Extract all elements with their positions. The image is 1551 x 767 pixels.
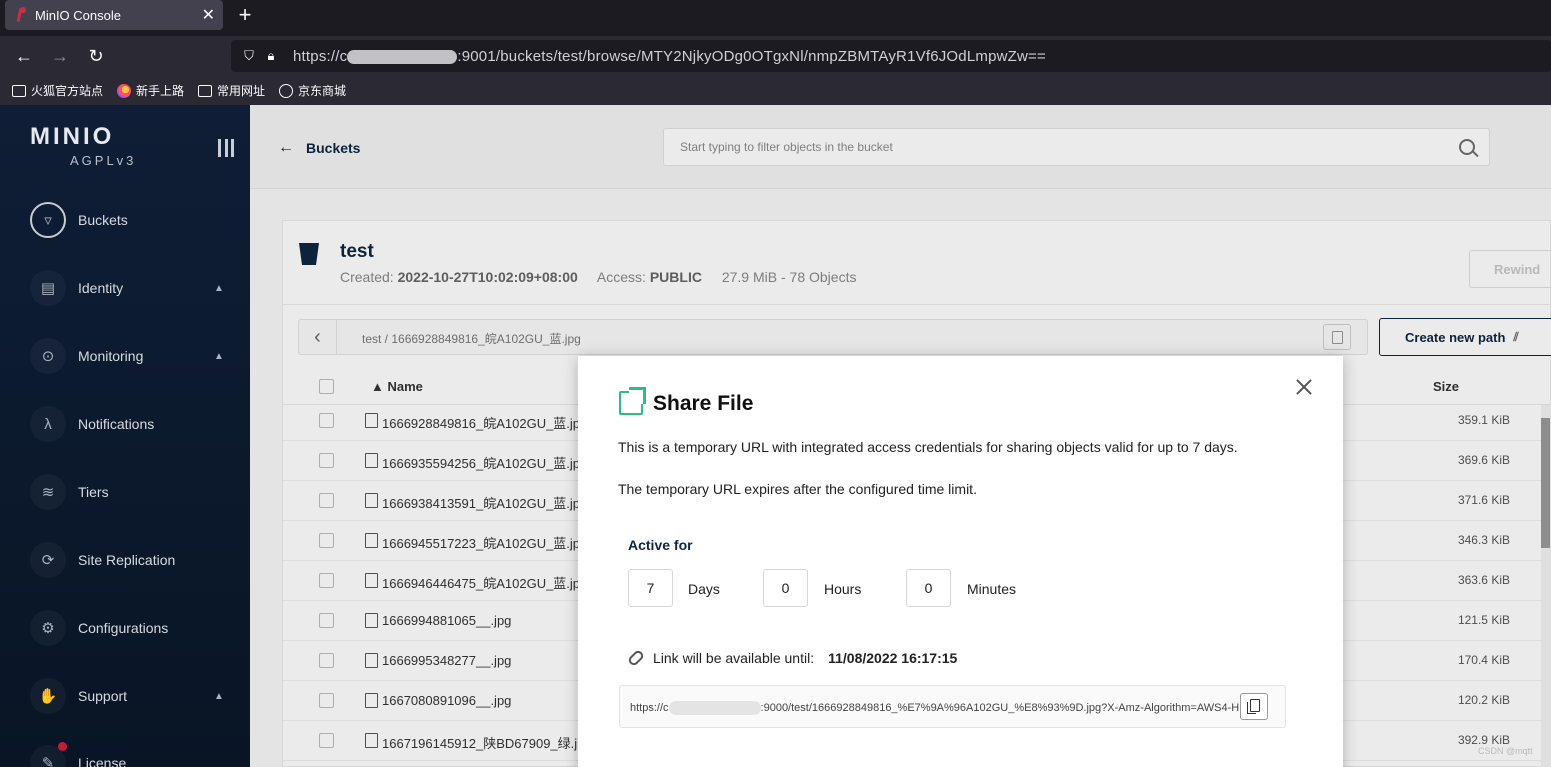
share-url-field[interactable]: https://c:9000/test/1666928849816_%E7%9A… bbox=[619, 685, 1286, 728]
sidebar-item-support[interactable]: ✋ Support ▲ bbox=[30, 678, 240, 714]
notification-dot bbox=[58, 742, 67, 751]
tab-close-icon[interactable]: ✕ bbox=[202, 5, 215, 25]
minutes-input[interactable]: 0 bbox=[906, 569, 951, 607]
bucket-icon: ▿ bbox=[30, 202, 66, 238]
browser-tab-bar: MinIO Console ✕ + bbox=[0, 0, 1551, 36]
expiry-date: 11/08/2022 16:17:15 bbox=[828, 650, 958, 666]
sidebar-collapse-icon[interactable] bbox=[218, 139, 234, 157]
minio-logo: MINIO AGPLv3 bbox=[30, 123, 137, 168]
minio-favicon-icon bbox=[13, 7, 27, 23]
monitor-icon: ⊙ bbox=[30, 338, 66, 374]
chevron-up-icon: ▲ bbox=[214, 282, 224, 294]
close-icon[interactable] bbox=[1294, 377, 1314, 397]
bookmark-item[interactable]: 新手上路 bbox=[117, 82, 184, 99]
shield-icon[interactable]: ⛉ bbox=[241, 48, 257, 64]
sidebar-item-tiers[interactable]: ≋ Tiers bbox=[30, 474, 240, 510]
new-tab-button[interactable]: + bbox=[232, 2, 258, 28]
lock-icon[interactable]: 🔒︎ bbox=[263, 48, 279, 64]
share-file-dialog: Share File This is a temporary URL with … bbox=[578, 356, 1343, 767]
days-input[interactable]: 7 bbox=[628, 569, 673, 607]
chevron-up-icon: ▲ bbox=[214, 690, 224, 702]
hours-input[interactable]: 0 bbox=[763, 569, 808, 607]
chevron-up-icon: ▲ bbox=[214, 350, 224, 362]
address-url[interactable]: https://c:9001/buckets/test/browse/MTY2N… bbox=[293, 48, 1046, 65]
sidebar-item-monitoring[interactable]: ⊙ Monitoring ▲ bbox=[30, 338, 240, 374]
folder-icon bbox=[12, 84, 26, 97]
sidebar-item-buckets[interactable]: ▿ Buckets bbox=[30, 202, 240, 238]
globe-icon bbox=[279, 83, 294, 98]
active-for-label: Active for bbox=[628, 537, 693, 553]
share-url-text[interactable]: https://c:9000/test/1666928849816_%E7%9A… bbox=[630, 701, 1240, 715]
dialog-description-expiry: The temporary URL expires after the conf… bbox=[618, 481, 977, 497]
id-card-icon: ▤ bbox=[30, 270, 66, 306]
dialog-title: Share File bbox=[653, 392, 754, 415]
sidebar-item-notifications[interactable]: λ Notifications bbox=[30, 406, 240, 442]
minutes-label: Minutes bbox=[967, 581, 1017, 597]
bookmark-item[interactable]: 火狐官方站点 bbox=[12, 82, 103, 99]
back-arrow-icon[interactable]: ← bbox=[13, 45, 35, 67]
folder-icon bbox=[198, 84, 213, 97]
bookmark-item[interactable]: 常用网址 bbox=[198, 82, 265, 99]
link-availability: Link will be available until: 11/08/2022… bbox=[626, 648, 958, 668]
forward-arrow-icon[interactable]: → bbox=[49, 45, 71, 67]
address-bar[interactable]: ⛉ 🔒︎ https://c:9001/buckets/test/browse/… bbox=[231, 40, 1551, 72]
hours-label: Hours bbox=[824, 581, 862, 597]
copy-url-icon[interactable] bbox=[1240, 693, 1268, 720]
bookmark-item[interactable]: 京东商城 bbox=[279, 82, 346, 99]
firefox-icon bbox=[117, 83, 132, 98]
redacted-host bbox=[668, 701, 761, 715]
support-icon: ✋ bbox=[30, 678, 66, 714]
gear-icon: ⚙ bbox=[30, 610, 66, 646]
sidebar-item-configurations[interactable]: ⚙ Configurations bbox=[30, 610, 240, 646]
tab-title: MinIO Console bbox=[35, 7, 121, 23]
replication-icon: ⟳ bbox=[30, 542, 66, 578]
link-icon bbox=[626, 648, 646, 668]
browser-tab[interactable]: MinIO Console ✕ bbox=[5, 0, 223, 30]
bookmarks-bar: 火狐官方站点 新手上路 常用网址 京东商城 bbox=[0, 76, 1551, 105]
sidebar-item-identity[interactable]: ▤ Identity ▲ bbox=[30, 270, 240, 306]
watermark: CSDN @mqtt bbox=[1478, 746, 1533, 756]
redacted-host bbox=[347, 49, 458, 64]
layers-icon: ≋ bbox=[30, 474, 66, 510]
sidebar-item-site-replication[interactable]: ⟳ Site Replication bbox=[30, 542, 240, 578]
days-label: Days bbox=[688, 581, 720, 597]
lambda-icon: λ bbox=[30, 406, 66, 442]
sidebar: MINIO AGPLv3 ▿ Buckets ▤ Identity ▲ ⊙ Mo… bbox=[0, 105, 250, 767]
reload-icon[interactable]: ↻ bbox=[85, 45, 107, 67]
browser-nav-bar: ← → ↻ ⛉ 🔒︎ https://c:9001/buckets/test/b… bbox=[0, 36, 1551, 76]
dialog-description: This is a temporary URL with integrated … bbox=[618, 439, 1238, 455]
share-icon bbox=[619, 387, 646, 415]
